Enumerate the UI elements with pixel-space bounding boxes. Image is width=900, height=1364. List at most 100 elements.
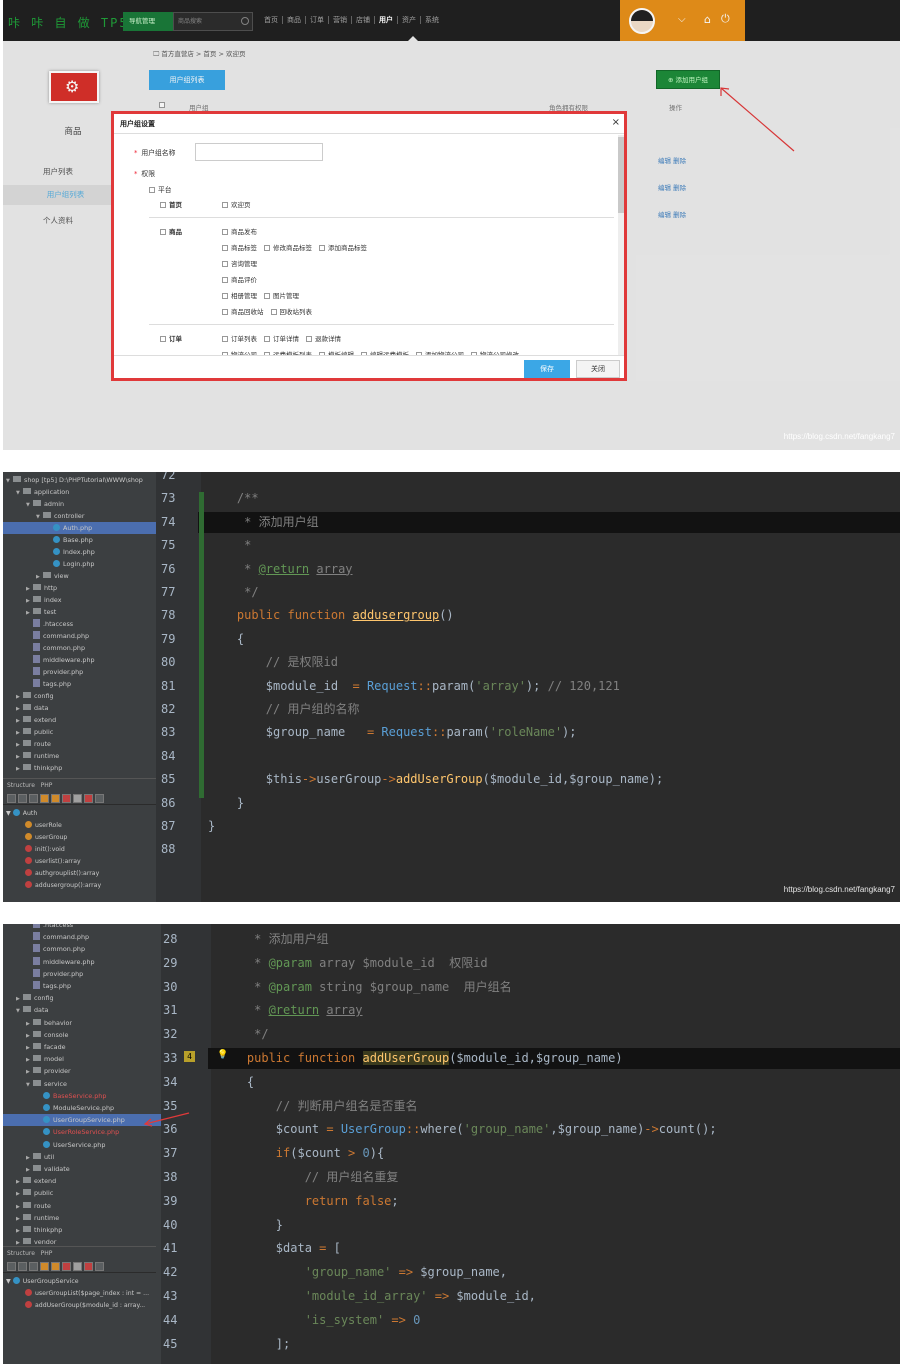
tree-file[interactable]: command.php — [3, 931, 89, 943]
save-button[interactable]: 保存 — [524, 360, 570, 378]
perm-checkbox[interactable]: 退款详情 — [306, 335, 341, 343]
tree-folder[interactable]: ▼ application — [3, 486, 69, 498]
code-line[interactable]: 'module_id_array' => $module_id, — [218, 1286, 536, 1306]
tree-folder[interactable]: ▶ route — [3, 1200, 51, 1212]
perm-checkbox[interactable]: 商品标签 — [222, 244, 257, 252]
code-line[interactable]: * @param string $group_name 用户组名 — [218, 977, 512, 997]
structure-class[interactable]: ▼ UserGroupService — [6, 1277, 79, 1285]
tree-folder[interactable]: ▶ config — [3, 992, 54, 1004]
code-line[interactable]: // 是权限id — [208, 652, 338, 672]
code-line[interactable]: public function addUserGroup($module_id,… — [218, 1048, 623, 1068]
code-line[interactable]: /** — [208, 488, 259, 508]
close-icon[interactable]: × — [612, 117, 620, 128]
code-line[interactable]: $data = [ — [218, 1238, 341, 1258]
code-line[interactable]: return false; — [218, 1191, 399, 1211]
code-line[interactable]: // 判断用户组名是否重名 — [218, 1096, 418, 1116]
tree-file[interactable]: common.php — [3, 642, 85, 654]
code-line[interactable]: */ — [208, 582, 258, 602]
tree-folder[interactable]: ▶ runtime — [3, 1212, 59, 1224]
toolbar-icon[interactable] — [7, 1262, 16, 1271]
tree-file[interactable]: tags.php — [3, 678, 71, 690]
structure-member[interactable]: userRole — [25, 821, 62, 829]
structure-member[interactable]: authgrouplist():array — [25, 869, 99, 877]
structure-member[interactable]: userGroup — [25, 833, 67, 841]
toolbar-icon[interactable] — [7, 794, 16, 803]
tree-folder[interactable]: ▶ behavior — [3, 1017, 72, 1029]
code-line[interactable]: if($count > 0){ — [218, 1143, 384, 1163]
toolbar-icon[interactable] — [51, 1262, 60, 1271]
tree-file[interactable]: ModuleService.php — [3, 1102, 114, 1114]
structure-member[interactable]: userGroupList($page_index : int = ... — [25, 1289, 149, 1297]
code-line[interactable]: $this->userGroup->addUserGroup($module_i… — [208, 769, 663, 789]
override-badge[interactable]: 4 — [184, 1051, 195, 1062]
code-line[interactable]: } — [208, 816, 215, 836]
perm-checkbox[interactable]: 商品评价 — [222, 276, 257, 284]
tree-file[interactable]: UserGroupService.php — [3, 1114, 161, 1127]
tree-folder[interactable]: ▶ facade — [3, 1041, 66, 1053]
toolbar-icon[interactable] — [29, 794, 38, 803]
tree-folder[interactable]: ▶ model — [3, 1053, 64, 1065]
perm-checkbox[interactable]: 订单详情 — [264, 335, 299, 343]
tree-folder[interactable]: ▼ admin — [3, 498, 64, 510]
code-line[interactable]: public function addusergroup() — [208, 605, 454, 625]
code-line[interactable]: $group_name = Request::param('roleName')… — [208, 722, 577, 742]
code-line[interactable]: */ — [218, 1024, 268, 1044]
tree-folder[interactable]: ▶ view — [3, 570, 69, 582]
code-line[interactable]: 'is_system' => 0 — [218, 1310, 421, 1330]
toolbar-icon[interactable] — [84, 794, 93, 803]
perm-checkbox[interactable]: 咨询管理 — [222, 260, 257, 268]
tree-folder[interactable]: ▶ public — [3, 726, 53, 738]
toolbar-icon[interactable] — [51, 794, 60, 803]
tree-folder[interactable]: ▶ index — [3, 594, 61, 606]
tree-folder[interactable]: ▶ extend — [3, 714, 56, 726]
tree-folder[interactable]: ▶ extend — [3, 1175, 56, 1187]
perm-checkbox[interactable]: 欢迎页 — [222, 201, 251, 209]
lightbulb-icon[interactable]: 💡 — [217, 1050, 228, 1060]
tree-folder[interactable]: ▼ shop [tp5] D:\PHPTutorial\WWW\shop — [3, 474, 143, 486]
code-line[interactable]: $count = UserGroup::where('group_name',$… — [218, 1119, 717, 1139]
perm-checkbox[interactable]: 订单列表 — [222, 335, 257, 343]
cancel-button[interactable]: 关闭 — [576, 360, 620, 378]
perm-checkbox[interactable]: 相册管理 — [222, 292, 257, 300]
tree-file[interactable]: UserRoleService.php — [3, 1126, 119, 1138]
tree-file[interactable]: Auth.php — [3, 522, 156, 534]
toolbar-icon[interactable] — [18, 794, 27, 803]
perm-checkbox[interactable]: 回收站列表 — [270, 308, 312, 316]
code-line[interactable]: // 用户组名重复 — [218, 1167, 399, 1187]
code-line[interactable]: { — [218, 1072, 254, 1092]
perm-checkbox[interactable]: 添加商品标签 — [319, 244, 367, 252]
tree-folder[interactable]: ▶ route — [3, 738, 51, 750]
tree-folder[interactable]: ▶ provider — [3, 1065, 71, 1077]
toolbar-icon[interactable] — [95, 1262, 104, 1271]
tree-folder[interactable]: ▼ service — [3, 1078, 67, 1090]
tree-file[interactable]: middleware.php — [3, 956, 95, 968]
tree-folder[interactable]: ▶ data — [3, 702, 48, 714]
code-line[interactable]: // 用户组的名称 — [208, 699, 360, 719]
structure-member[interactable]: userlist():array — [25, 857, 81, 865]
tree-file[interactable]: BaseService.php — [3, 1090, 106, 1102]
code-line[interactable]: } — [208, 793, 244, 813]
structure-tab[interactable]: Structure PHP — [3, 1246, 156, 1259]
perm-group-checkbox[interactable]: 首页 — [160, 199, 182, 209]
tree-file[interactable]: middleware.php — [3, 654, 95, 666]
toolbar-icon[interactable] — [62, 794, 71, 803]
tree-folder[interactable]: ▶ console — [3, 1029, 68, 1041]
code-line[interactable]: * 添加用户组 — [218, 929, 328, 949]
toolbar-icon[interactable] — [62, 1262, 71, 1271]
tree-folder[interactable]: ▼ data — [3, 1004, 48, 1016]
structure-class[interactable]: ▼ Auth — [6, 809, 37, 817]
code-line[interactable]: * 添加用户组 — [208, 512, 318, 532]
toolbar-icon[interactable] — [18, 1262, 27, 1271]
modal-scrollbar[interactable] — [618, 135, 624, 355]
tree-folder[interactable]: ▶ test — [3, 606, 56, 618]
code-line[interactable]: } — [218, 1215, 283, 1235]
tree-folder[interactable]: ▶ thinkphp — [3, 762, 62, 774]
tree-file[interactable]: Base.php — [3, 534, 93, 546]
code-line[interactable]: { — [208, 629, 244, 649]
perm-checkbox[interactable]: 修改商品标签 — [264, 244, 312, 252]
tree-file[interactable]: .htaccess — [3, 924, 73, 931]
code-line[interactable]: * @return array — [218, 1000, 362, 1020]
code-line[interactable]: ]; — [218, 1334, 290, 1354]
tree-folder[interactable]: ▶ http — [3, 582, 57, 594]
code-line[interactable]: 'group_name' => $group_name, — [218, 1262, 507, 1282]
